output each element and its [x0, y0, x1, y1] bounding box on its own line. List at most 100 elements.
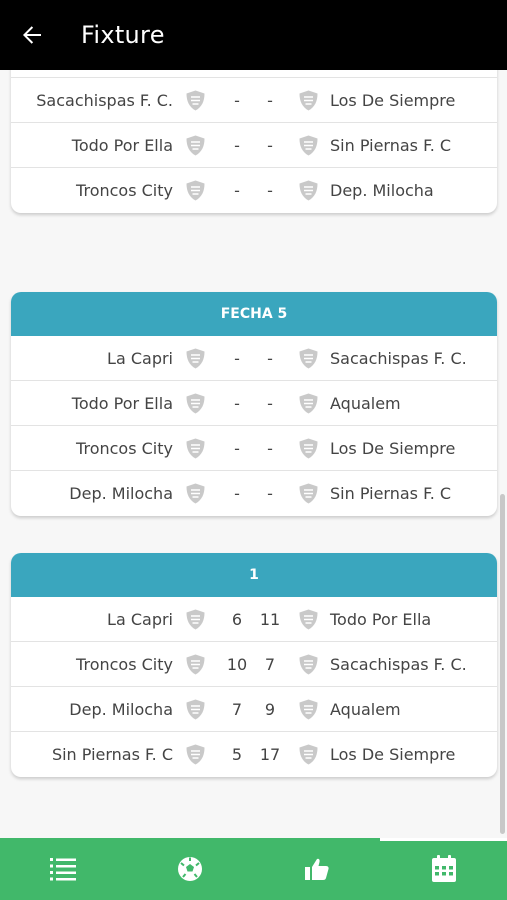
nav-item-likes[interactable]: [254, 838, 381, 900]
home-team-name: Dep. Milocha: [69, 484, 173, 503]
round-header: FECHA 5: [11, 292, 497, 336]
home-score: -: [234, 439, 240, 458]
home-team-name: Sacachispas F. C.: [36, 91, 173, 110]
match-row[interactable]: Sin Piernas F. C 5 17 Los De Siempre: [11, 732, 497, 777]
fixture-list[interactable]: La Capri--AqualemSacachispas F. C.--Los …: [0, 70, 507, 838]
home-score: 7: [231, 700, 243, 719]
away-score: -: [255, 70, 285, 78]
team-shield-icon: [299, 348, 318, 369]
team-shield-icon: [299, 135, 318, 156]
team-shield-icon: [299, 438, 318, 459]
nav-item-matches[interactable]: [127, 838, 254, 900]
app-bar: Fixture: [0, 0, 507, 70]
away-score: 9: [264, 700, 276, 719]
away-score: -: [267, 181, 273, 200]
away-team-name: Sin Piernas F. C: [330, 484, 452, 503]
team-shield-icon: [186, 699, 205, 720]
team-shield-icon: [299, 180, 318, 201]
away-score: -: [267, 91, 273, 110]
home-score: -: [222, 70, 252, 78]
home-score: -: [234, 349, 240, 368]
away-score: -: [267, 136, 273, 155]
away-team-name: Aqualem: [330, 700, 401, 719]
match-row[interactable]: Todo Por Ella - - Sin Piernas F. C: [11, 123, 497, 168]
team-shield-icon: [186, 654, 205, 675]
home-score: 10: [226, 655, 248, 674]
match-row[interactable]: La Capri - - Sacachispas F. C.: [11, 336, 497, 381]
list-ordered-icon: [50, 858, 77, 881]
home-score: -: [234, 484, 240, 503]
team-shield-icon: [186, 438, 205, 459]
away-team-name: Sacachispas F. C.: [330, 655, 467, 674]
home-team-name: Troncos City: [76, 181, 173, 200]
team-shield-icon: [299, 699, 318, 720]
home-score: 6: [231, 610, 243, 629]
bottom-navigation: [0, 838, 507, 900]
team-shield-icon: [299, 654, 318, 675]
calendar-icon: [431, 855, 456, 882]
home-score: -: [234, 394, 240, 413]
arrow-left-icon: [23, 26, 41, 44]
match-row[interactable]: La Capri 6 11 Todo Por Ella: [11, 597, 497, 642]
away-score: -: [267, 349, 273, 368]
team-shield-icon: [186, 180, 205, 201]
away-score: -: [267, 439, 273, 458]
away-score: 17: [259, 745, 281, 764]
team-shield-icon: [299, 609, 318, 630]
match-row[interactable]: Dep. Milocha 7 9 Aqualem: [11, 687, 497, 732]
away-team-name: Sacachispas F. C.: [330, 349, 467, 368]
home-team-name: Dep. Milocha: [69, 700, 173, 719]
match-row[interactable]: Troncos City - - Dep. Milocha: [11, 168, 497, 213]
home-team-name: La Capri: [107, 70, 173, 78]
team-shield-icon: [186, 135, 205, 156]
away-team-name: Los De Siempre: [330, 439, 456, 458]
away-team-name: Dep. Milocha: [330, 181, 434, 200]
soccer-ball-icon: [178, 857, 203, 881]
away-score: 11: [259, 610, 281, 629]
away-team-name: Los De Siempre: [330, 745, 456, 764]
match-row[interactable]: La Capri -- Aqualem: [11, 70, 497, 78]
home-team-name: La Capri: [107, 349, 173, 368]
team-shield-icon: [186, 348, 205, 369]
nav-item-fixture[interactable]: [380, 838, 507, 900]
away-team-name: Sin Piernas F. C: [330, 136, 452, 155]
team-shield-icon: [186, 609, 205, 630]
home-team-name: La Capri: [107, 610, 173, 629]
match-row[interactable]: Troncos City 10 7 Sacachispas F. C.: [11, 642, 497, 687]
team-shield-icon: [299, 483, 318, 504]
away-team-name: Todo Por Ella: [330, 610, 432, 629]
away-score: 7: [264, 655, 276, 674]
back-button[interactable]: [0, 0, 64, 70]
home-team-name: Todo Por Ella: [71, 394, 173, 413]
nav-item-standings[interactable]: [0, 838, 127, 900]
match-row[interactable]: Dep. Milocha - - Sin Piernas F. C: [11, 471, 497, 516]
away-team-name: Los De Siempre: [330, 91, 456, 110]
team-shield-icon: [299, 744, 318, 765]
match-row[interactable]: Todo Por Ella - - Aqualem: [11, 381, 497, 426]
page-title: Fixture: [81, 21, 165, 49]
away-score: -: [267, 484, 273, 503]
team-shield-icon: [186, 90, 205, 111]
round-card: 1 La Capri 6 11 Todo Por Ella Troncos City 10 7…: [11, 553, 497, 777]
away-team-name: Aqualem: [330, 70, 401, 78]
away-score: -: [267, 394, 273, 413]
team-shield-icon: [299, 90, 318, 111]
home-score: -: [234, 91, 240, 110]
away-team-name: Aqualem: [330, 394, 401, 413]
match-row[interactable]: Troncos City - - Los De Siempre: [11, 426, 497, 471]
home-team-name: Troncos City: [76, 655, 173, 674]
home-score: 5: [231, 745, 243, 764]
scrollbar[interactable]: [500, 494, 505, 834]
team-shield-icon: [186, 393, 205, 414]
home-score: -: [234, 136, 240, 155]
thumbs-up-icon: [304, 858, 329, 880]
home-score: -: [234, 181, 240, 200]
home-team-name: Troncos City: [76, 439, 173, 458]
match-row[interactable]: Sacachispas F. C. - - Los De Siempre: [11, 78, 497, 123]
team-shield-icon: [299, 393, 318, 414]
round-card: FECHA 5 La Capri - - Sacachispas F. C. Todo P…: [11, 292, 497, 516]
round-header: 1: [11, 553, 497, 597]
team-shield-icon: [186, 483, 205, 504]
team-shield-icon: [186, 744, 205, 765]
home-team-name: Sin Piernas F. C: [51, 745, 173, 764]
